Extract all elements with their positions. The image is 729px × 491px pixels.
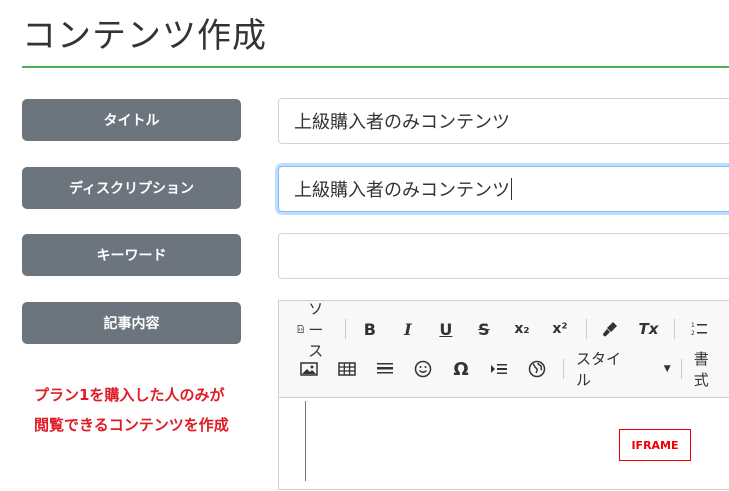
keywords-label: キーワード bbox=[22, 234, 241, 276]
format-dropdown-label: 書式 bbox=[693, 350, 709, 389]
page-title: コンテンツ作成 bbox=[22, 16, 267, 56]
article-label: 記事内容 bbox=[22, 302, 241, 344]
strikethrough-button[interactable]: S bbox=[472, 316, 496, 342]
text-caret bbox=[511, 178, 512, 200]
title-divider bbox=[22, 66, 729, 68]
rich-text-editor[interactable]: ソース B I U S x₂ x² Tx 12 Ω スタイル ▼ 書式 IFRA… bbox=[278, 300, 729, 490]
format-dropdown[interactable]: 書式 bbox=[694, 350, 723, 389]
svg-text:2: 2 bbox=[691, 330, 695, 337]
description-input-value: 上級購入者のみコンテンツ bbox=[294, 180, 510, 201]
source-button[interactable]: ソース bbox=[297, 300, 331, 360]
svg-text:1: 1 bbox=[691, 322, 695, 329]
horizontal-line-icon bbox=[377, 363, 393, 374]
toolbar-separator bbox=[345, 319, 346, 339]
superscript-button[interactable]: x² bbox=[548, 316, 572, 342]
toolbar-separator bbox=[680, 359, 682, 379]
image-icon bbox=[300, 362, 318, 376]
underline-button[interactable]: U bbox=[434, 316, 458, 342]
bold-button[interactable]: B bbox=[358, 316, 382, 342]
special-char-button[interactable]: Ω bbox=[449, 356, 473, 382]
content-caret-line bbox=[305, 401, 306, 481]
iframe-placeholder[interactable]: IFRAME bbox=[619, 429, 691, 461]
source-label: ソース bbox=[308, 299, 324, 360]
bulleted-list-button[interactable] bbox=[725, 316, 729, 342]
image-button[interactable] bbox=[297, 356, 321, 382]
title-input-value: 上級購入者のみコンテンツ bbox=[294, 112, 510, 133]
title-input[interactable]: 上級購入者のみコンテンツ bbox=[278, 98, 729, 144]
annotation-note: プラン1を購入した人のみが 閲覧できるコンテンツを作成 bbox=[34, 380, 229, 440]
smiley-icon bbox=[414, 360, 432, 378]
iframe-button[interactable] bbox=[525, 356, 549, 382]
table-button[interactable] bbox=[335, 356, 359, 382]
editor-toolbar: ソース B I U S x₂ x² Tx 12 Ω スタイル ▼ 書式 bbox=[279, 300, 729, 398]
numbered-list-button[interactable]: 12 bbox=[687, 316, 711, 342]
page-break-icon bbox=[491, 364, 507, 374]
page-break-button[interactable] bbox=[487, 356, 511, 382]
horizontal-line-button[interactable] bbox=[373, 356, 397, 382]
style-dropdown-label: スタイル bbox=[575, 350, 621, 389]
globe-icon bbox=[528, 360, 546, 378]
numbered-list-icon: 12 bbox=[691, 322, 707, 337]
keywords-input[interactable] bbox=[278, 233, 729, 279]
annotation-line-1: プラン1を購入した人のみが bbox=[34, 386, 225, 404]
subscript-button[interactable]: x₂ bbox=[510, 316, 534, 342]
table-icon bbox=[338, 362, 356, 376]
remove-format-button[interactable]: Tx bbox=[636, 316, 660, 342]
description-label: ディスクリプション bbox=[22, 167, 241, 209]
source-icon bbox=[297, 325, 304, 333]
chevron-down-icon: ▼ bbox=[663, 364, 671, 374]
paintbrush-icon bbox=[603, 322, 618, 337]
copy-format-button[interactable] bbox=[598, 316, 622, 342]
toolbar-separator bbox=[674, 319, 675, 339]
annotation-line-2: 閲覧できるコンテンツを作成 bbox=[34, 416, 229, 434]
style-dropdown[interactable]: スタイル ▼ bbox=[576, 350, 671, 389]
toolbar-separator bbox=[563, 359, 564, 379]
description-input[interactable]: 上級購入者のみコンテンツ bbox=[278, 166, 729, 212]
toolbar-separator bbox=[585, 319, 587, 339]
smiley-button[interactable] bbox=[411, 356, 435, 382]
italic-button[interactable]: I bbox=[396, 316, 420, 342]
title-label: タイトル bbox=[22, 99, 241, 141]
